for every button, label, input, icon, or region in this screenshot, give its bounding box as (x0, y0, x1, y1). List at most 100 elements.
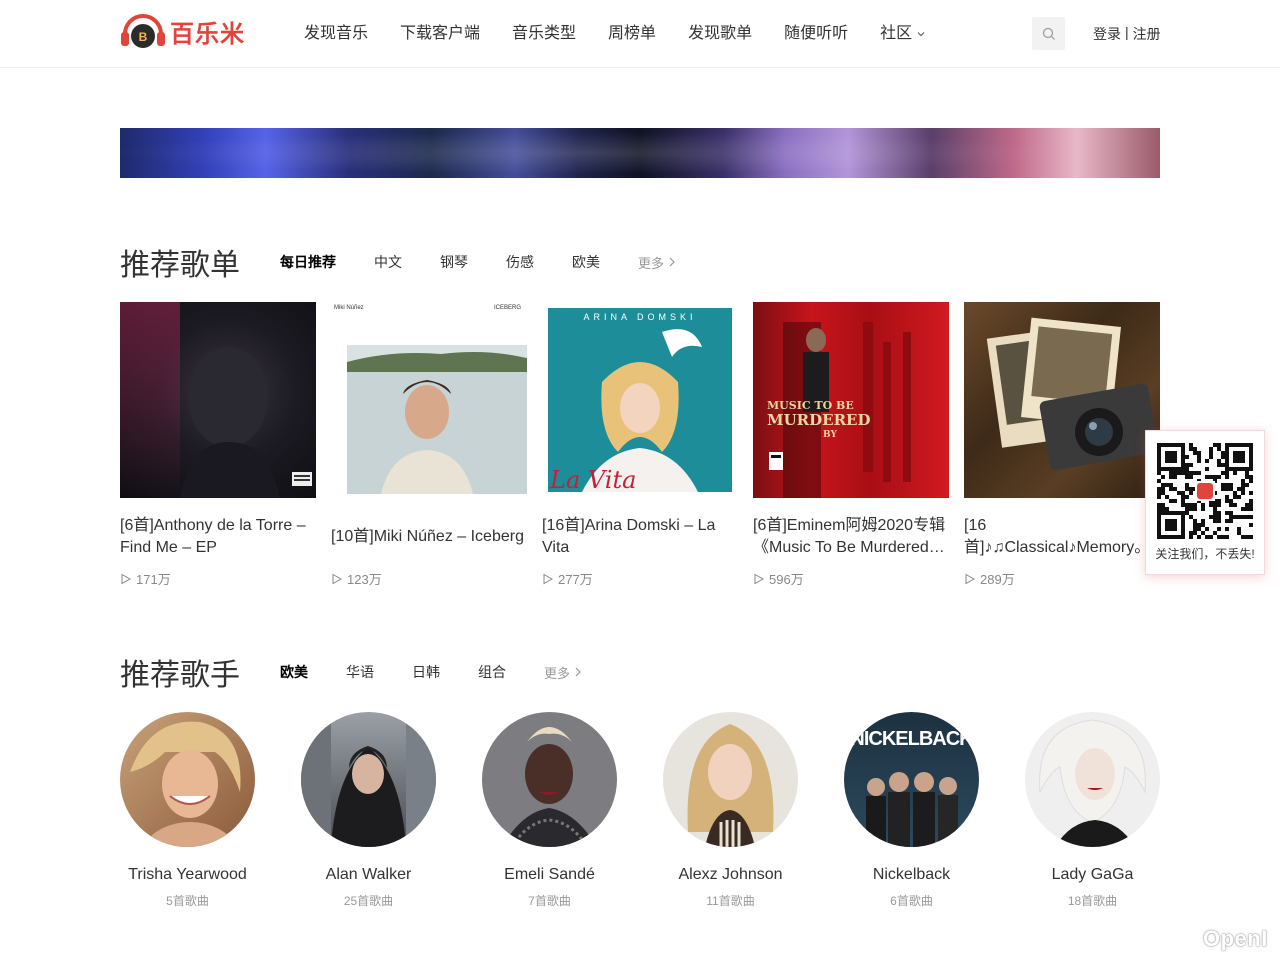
promo-banner[interactable] (120, 128, 1160, 178)
artist-avatar[interactable] (1025, 712, 1160, 847)
playlist-cover[interactable]: ARINA DOMSKI La Vita (542, 302, 738, 498)
chevron-right-icon (575, 667, 581, 677)
artist-card[interactable]: Alexz Johnson 11首歌曲 (663, 712, 798, 909)
artist-avatar[interactable] (301, 712, 436, 847)
tab-jpkr-artists[interactable]: 日韩 (412, 662, 440, 682)
chevron-right-icon (669, 257, 675, 267)
tab-chinese-artists[interactable]: 华语 (346, 662, 374, 682)
play-icon (965, 573, 976, 584)
nav-weekly-chart[interactable]: 周榜单 (592, 0, 672, 68)
play-icon (121, 573, 132, 584)
playlist-title[interactable]: [10首]Miki Núñez – Iceberg (331, 515, 527, 559)
play-count: 596万 (753, 569, 949, 588)
playlist-cover[interactable] (964, 302, 1160, 498)
artist-name[interactable]: Nickelback (873, 866, 950, 884)
tab-daily-recommend[interactable]: 每日推荐 (280, 252, 336, 272)
cover-line-2: MURDERED (767, 411, 871, 429)
artist-name[interactable]: Alan Walker (326, 866, 412, 884)
play-count: 123万 (331, 569, 527, 588)
artist-card[interactable]: Trisha Yearwood 5首歌曲 (120, 712, 255, 909)
playlist-cover[interactable]: MUSIC TO BE MURDERED BY (753, 302, 949, 498)
portrait-silhouette (180, 347, 312, 498)
cover-line-3: BY (823, 430, 837, 440)
playlist-card[interactable]: [16首]♪♫Classical♪Memory。 289万 (964, 302, 1160, 588)
tab-group-artists[interactable]: 组合 (478, 662, 506, 682)
cover-script-text: La Vita (550, 466, 637, 494)
artist-name[interactable]: Emeli Sandé (504, 866, 595, 884)
playlist-card[interactable]: [6首]Anthony de la Torre – Find Me – EP 1… (120, 302, 316, 588)
auth-links: 登录 | 注册 (1093, 24, 1161, 44)
artist-card[interactable]: Lady GaGa 18首歌曲 (1025, 712, 1160, 909)
search-button[interactable] (1032, 17, 1065, 50)
playlist-title[interactable]: [16首]♪♫Classical♪Memory。 (964, 515, 1160, 559)
nav-music-genres[interactable]: 音乐类型 (496, 0, 592, 68)
nav-community-label: 社区 (880, 25, 913, 42)
avatar-art (130, 721, 241, 847)
chevron-down-icon (917, 32, 925, 37)
playlist-cover[interactable]: Miki Núñez ICEBERG (331, 302, 527, 498)
playlist-grid: [6首]Anthony de la Torre – Find Me – EP 1… (120, 302, 1160, 588)
more-label: 更多 (544, 665, 571, 681)
play-count-value: 596万 (769, 572, 804, 587)
site-logo[interactable]: B 百乐米 (120, 12, 245, 50)
artist-song-count: 7首歌曲 (528, 894, 571, 908)
artist-avatar[interactable] (482, 712, 617, 847)
artist-card[interactable]: NICKELBACK Nickelback 6首歌曲 (844, 712, 979, 909)
login-link[interactable]: 登录 (1093, 24, 1121, 44)
tab-western-artists[interactable]: 欧美 (280, 662, 308, 682)
more-label: 更多 (638, 255, 665, 271)
tab-piano[interactable]: 钢琴 (440, 252, 468, 272)
tab-sad[interactable]: 伤感 (506, 252, 534, 272)
playlists-more-link[interactable]: 更多 (638, 253, 676, 272)
playlist-card[interactable]: ARINA DOMSKI La Vita [16首]Arina Domski –… (542, 302, 738, 588)
artist-song-count: 11首歌曲 (706, 894, 755, 908)
logo-text: 百乐米 (170, 20, 245, 48)
nav-community[interactable]: 社区 (864, 0, 942, 68)
artist-grid: Trisha Yearwood 5首歌曲 Alan Walker 25首歌曲 E… (120, 712, 1160, 909)
play-icon (754, 573, 765, 584)
avatar-art (1039, 719, 1146, 847)
tab-chinese[interactable]: 中文 (374, 252, 402, 272)
playlist-title[interactable]: [6首]Anthony de la Torre – Find Me – EP (120, 515, 316, 559)
artist-name[interactable]: Lady GaGa (1052, 866, 1134, 884)
qr-follow-panel[interactable]: 关注我们，不丢失! (1145, 430, 1265, 575)
register-link[interactable]: 注册 (1133, 24, 1161, 44)
section-title-artists: 推荐歌手 (120, 659, 240, 692)
playlist-title[interactable]: [16首]Arina Domski – La Vita (542, 515, 738, 559)
nav-discover-music[interactable]: 发现音乐 (288, 0, 384, 68)
qr-caption: 关注我们，不丢失! (1155, 547, 1255, 561)
tab-western[interactable]: 欧美 (572, 252, 600, 272)
playlist-card[interactable]: MUSIC TO BE MURDERED BY [6首]Eminem阿姆2020… (753, 302, 949, 588)
play-icon (543, 573, 554, 584)
playlist-card[interactable]: Miki Núñez ICEBERG [10首]Miki Núñez – Ice… (331, 302, 527, 588)
playlists-section-header: 推荐歌单 每日推荐 中文 钢琴 伤感 欧美 更多 (120, 240, 676, 284)
playlist-title[interactable]: [6首]Eminem阿姆2020专辑《Music To Be Murdered … (753, 515, 949, 559)
main-nav: 发现音乐 下载客户端 音乐类型 周榜单 发现歌单 随便听听 社区 (288, 0, 942, 68)
artist-song-count: 18首歌曲 (1067, 894, 1118, 908)
artist-avatar[interactable]: NICKELBACK (844, 712, 979, 847)
headphones-logo-icon: B (121, 14, 165, 48)
artist-name[interactable]: Alexz Johnson (678, 866, 782, 884)
artists-more-link[interactable]: 更多 (544, 663, 582, 682)
nav-random-listen[interactable]: 随便听听 (768, 0, 864, 68)
artist-name[interactable]: Trisha Yearwood (128, 866, 247, 884)
watermark-logo: OpenI (1203, 926, 1268, 951)
camera-photos-art (986, 317, 1159, 471)
section-title-playlists: 推荐歌单 (120, 249, 240, 282)
artist-avatar[interactable] (120, 712, 255, 847)
play-count: 289万 (964, 569, 1160, 588)
nav-download-client[interactable]: 下载客户端 (384, 0, 496, 68)
search-icon (1042, 27, 1055, 40)
artist-card[interactable]: Alan Walker 25首歌曲 (301, 712, 436, 909)
nav-discover-playlists[interactable]: 发现歌单 (672, 0, 768, 68)
auth-separator: | (1125, 24, 1129, 40)
artist-card[interactable]: Emeli Sandé 7首歌曲 (482, 712, 617, 909)
playlist-cover[interactable] (120, 302, 316, 498)
band-banner-text: NICKELBACK (850, 728, 973, 750)
artist-song-count: 5首歌曲 (166, 894, 209, 908)
artist-avatar[interactable] (663, 712, 798, 847)
artists-section-header: 推荐歌手 欧美 华语 日韩 组合 更多 (120, 650, 582, 694)
cover-artist-text: ARINA DOMSKI (583, 312, 697, 322)
top-header: B 百乐米 发现音乐 下载客户端 音乐类型 周榜单 发现歌单 随便听听 社区 登… (0, 0, 1280, 68)
artist-song-count: 25首歌曲 (343, 894, 394, 908)
